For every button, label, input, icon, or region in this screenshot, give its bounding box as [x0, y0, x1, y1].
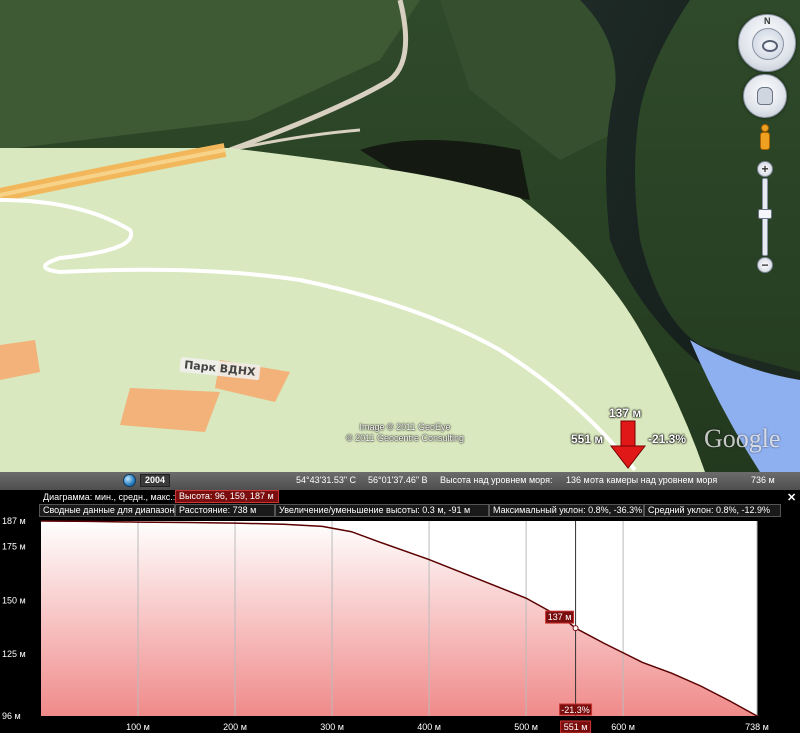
cursor-slope-label: -21.3%: [561, 705, 590, 715]
x-tick-label: 200 м: [223, 722, 247, 732]
imagery-credit-line: Image © 2011 GeoEye: [359, 422, 451, 432]
status-bar: 2004 54°43'31.53" С 56°01'37.46" В Высот…: [0, 472, 800, 490]
elevation-label: Высота над уровнем моря:: [440, 475, 553, 485]
elevation-profile-panel: Диаграмма: мин., средн., макс.: Высота: …: [0, 490, 800, 733]
zoom-slider-thumb[interactable]: [758, 209, 772, 219]
y-tick-label: 96 м: [2, 711, 21, 721]
y-tick-label: 175 м: [2, 542, 26, 552]
google-logo: Google: [704, 424, 781, 453]
hand-icon: [757, 87, 773, 105]
terrain-render: [0, 0, 800, 472]
x-tick-label: 100 м: [126, 722, 150, 732]
latitude: 54°43'31.53" С: [296, 475, 357, 485]
camera-altitude-value: 736 м: [751, 475, 775, 485]
street-view-pegman-icon[interactable]: [758, 124, 772, 152]
elevation-chart[interactable]: 96 м 125 м 150 м 175 м 187 м 100 м 200 м 300 м 4…: [0, 490, 800, 733]
y-tick-label: 187 м: [2, 516, 26, 526]
x-tick-label: 300 м: [320, 722, 344, 732]
pan-control[interactable]: [743, 74, 787, 118]
cursor-value-label: 137 м: [548, 612, 572, 622]
camera-altitude-label: ота камеры над уровнем моря: [590, 475, 718, 485]
elevation-value: 136 м: [566, 475, 590, 485]
x-tick-label: 600 м: [611, 722, 635, 732]
longitude: 56°01'37.46" В: [368, 475, 428, 485]
pegman-body: [760, 132, 770, 150]
imagery-credit: Image © 2011 GeoEye © 2011 Geocentre Con…: [330, 422, 480, 444]
eye-icon[interactable]: [752, 28, 784, 60]
north-indicator[interactable]: N: [764, 16, 771, 26]
x-cursor-label: 551 м: [564, 722, 588, 732]
y-tick-label: 150 м: [2, 595, 26, 605]
y-tick-label: 125 м: [2, 649, 26, 659]
zoom-out-button[interactable]: −: [757, 257, 773, 273]
marker-distance-label: 551 м: [571, 432, 604, 446]
imagery-credit-line: © 2011 Geocentre Consulting: [345, 433, 465, 443]
look-around-control[interactable]: N: [738, 14, 796, 72]
historical-imagery-globe-icon[interactable]: [123, 474, 136, 487]
marker-slope-label: -21.3%: [648, 432, 687, 446]
x-tick-label: 500 м: [514, 722, 538, 732]
marker-height-label: 137 м: [609, 406, 642, 420]
cursor-point: [572, 625, 579, 632]
x-tick-label: 400 м: [417, 722, 441, 732]
x-tick-label: 738 м: [745, 722, 769, 732]
pegman-head: [761, 124, 769, 132]
map-viewport[interactable]: Парк ВДНХ Image © 2011 GeoEye © 2011 Geo…: [0, 0, 800, 472]
imagery-year[interactable]: 2004: [140, 474, 171, 487]
zoom-in-button[interactable]: +: [757, 161, 773, 177]
